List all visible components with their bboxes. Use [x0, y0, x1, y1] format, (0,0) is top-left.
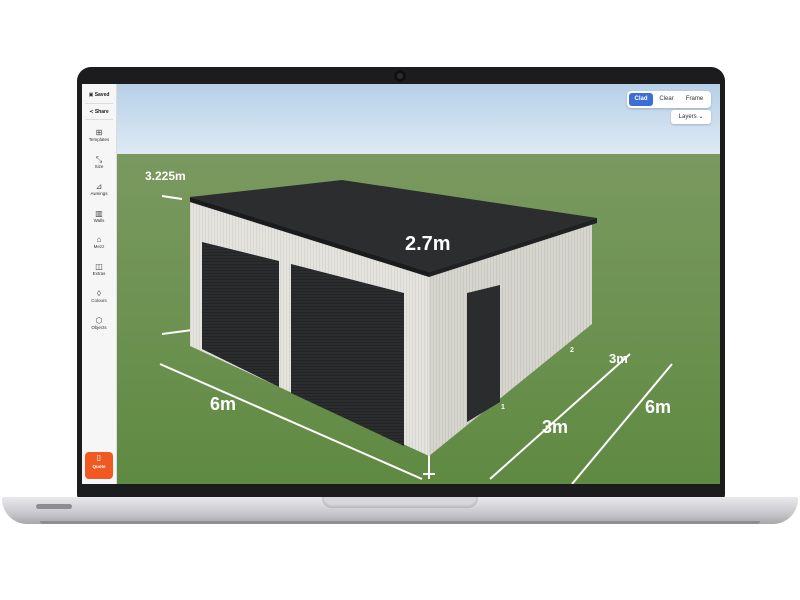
sky	[82, 84, 720, 156]
pa-door[interactable]	[467, 285, 500, 422]
sidebar-item-label: Templates	[88, 137, 110, 142]
sidebar-item-size[interactable]: ⤡ Size	[82, 155, 116, 170]
resize-icon: ⤡	[95, 155, 103, 164]
awning-left-dimension: 3.225m	[145, 169, 186, 183]
sidebar-item-label: Size	[94, 164, 104, 169]
sidebar-item-walls[interactable]: ▥ Walls	[82, 209, 116, 224]
side-segment-2-dimension: 3m	[609, 351, 628, 366]
sidebar-item-awnings[interactable]: ⊿ Awnings	[82, 182, 116, 197]
chevron-down-icon: ⌄	[698, 114, 704, 120]
laptop-vent	[36, 504, 72, 509]
side-total-dimension: 6m	[645, 397, 672, 417]
view-option-clear[interactable]: Clear	[654, 93, 679, 106]
layers-label: Layers	[678, 114, 697, 120]
sidebar-item-label: Extras	[92, 271, 106, 276]
share-label: Share	[94, 109, 109, 115]
share-icon: ≺	[89, 109, 94, 115]
sidebar-item-label: Walls	[93, 218, 105, 223]
document-icon: ▯	[96, 453, 102, 462]
sidebar: ▣ Saved ≺ Share ⊞ Templates ⤡ Size ⊿ Awn…	[82, 84, 117, 484]
quote-label: Quote	[92, 464, 106, 469]
mezz-icon: ⌂	[96, 235, 102, 244]
quote-button[interactable]: ▯ Quote	[85, 452, 113, 479]
height-dimension: 2.7m	[405, 233, 451, 255]
save-icon: ▣	[88, 92, 94, 98]
bay-2-label: 2	[570, 347, 574, 354]
sidebar-item-label: Awnings	[90, 191, 108, 196]
sidebar-item-label: Mezz	[93, 244, 105, 249]
sidebar-item-mezz[interactable]: ⌂ Mezz	[82, 235, 116, 250]
laptop-lip	[40, 521, 760, 524]
sidebar-item-objects[interactable]: ⬡ Objects	[82, 316, 116, 331]
view-option-clad[interactable]: Clad	[629, 93, 653, 106]
walls-icon: ▥	[95, 209, 103, 218]
droplet-icon: ◊	[97, 289, 101, 298]
side-segment-1-dimension: 3m	[542, 417, 569, 437]
extras-icon: ◫	[95, 262, 103, 271]
sidebar-item-colours[interactable]: ◊ Colours	[82, 289, 116, 304]
front-length-dimension: 6m	[210, 394, 237, 414]
grid-icon: ⊞	[95, 128, 103, 137]
saved-button[interactable]: ▣ Saved	[85, 90, 113, 100]
laptop-notch	[322, 497, 478, 508]
saved-label: Saved	[94, 92, 110, 98]
bay-1-label: 1	[501, 404, 505, 411]
divider	[85, 119, 113, 120]
awning-icon: ⊿	[95, 182, 103, 191]
camera	[394, 70, 406, 82]
scene-canvas[interactable]	[82, 84, 720, 484]
app-screen: 3.225m 2.7m 6m 3m 3m 6m 1 2 ▣ Saved ≺ Sh…	[82, 84, 720, 484]
sidebar-item-label: Colours	[91, 298, 107, 303]
sidebar-item-label: Objects	[91, 325, 107, 330]
view-toggle: Clad Clear Frame	[627, 91, 711, 108]
layers-dropdown[interactable]: Layers ⌄	[671, 110, 711, 124]
share-button[interactable]: ≺ Share	[85, 107, 113, 117]
sidebar-item-templates[interactable]: ⊞ Templates	[82, 128, 116, 143]
sidebar-item-extras[interactable]: ◫ Extras	[82, 262, 116, 277]
cube-icon: ⬡	[95, 316, 103, 325]
divider	[85, 103, 113, 104]
view-option-frame[interactable]: Frame	[680, 93, 709, 106]
